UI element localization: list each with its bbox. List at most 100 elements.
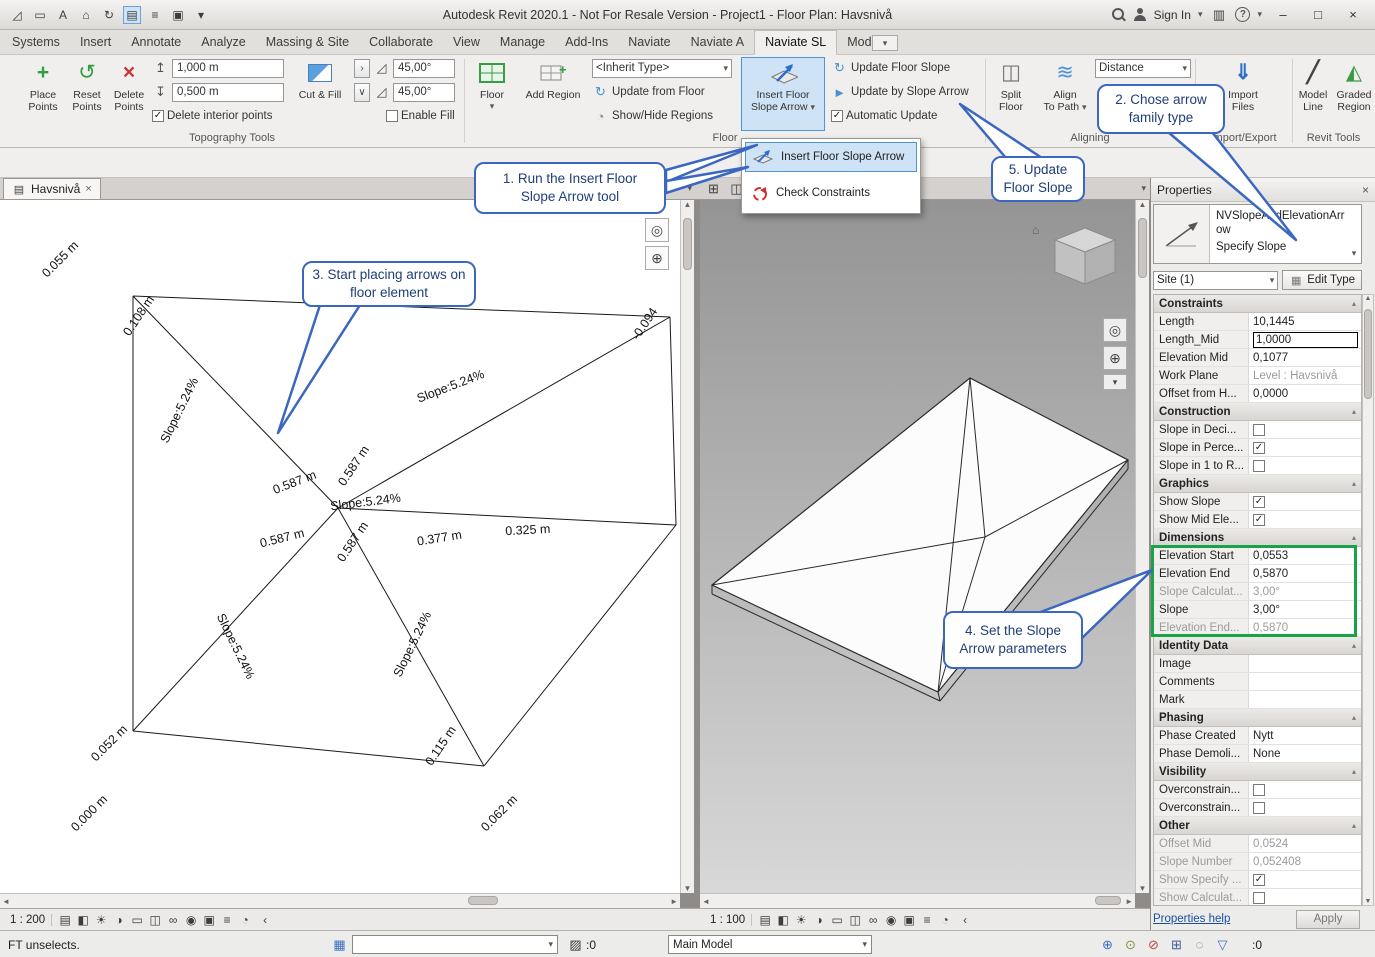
prop-value[interactable]: 0,052408 xyxy=(1249,853,1361,870)
fill-angle-input[interactable]: 45,00° xyxy=(393,83,455,102)
show-hide-regions-button[interactable]: ◔ Show/Hide Regions xyxy=(592,106,713,126)
prop-category-construction[interactable]: Construction▴ xyxy=(1154,403,1361,421)
prop-category-phasing[interactable]: Phasing▴ xyxy=(1154,709,1361,727)
prop-value[interactable]: Level : Havsnivå xyxy=(1249,367,1361,384)
prop-row-mark[interactable]: Mark xyxy=(1154,691,1361,709)
tab-naviate-a[interactable]: Naviate A xyxy=(681,31,755,54)
prop-row-phase-created[interactable]: Phase CreatedNytt xyxy=(1154,727,1361,745)
background-processes-icon[interactable]: ◌ xyxy=(1190,935,1209,954)
tab-add-ins[interactable]: Add-Ins xyxy=(555,31,618,54)
prop-row-length[interactable]: Length10,1445 xyxy=(1154,313,1361,331)
prop-category-dimensions[interactable]: Dimensions▴ xyxy=(1154,529,1361,547)
prop-row-overconstrain[interactable]: Overconstrain... xyxy=(1154,799,1361,817)
prop-row-elevation-start[interactable]: Elevation Start0,0553 xyxy=(1154,547,1361,565)
prop-value[interactable]: 0,0000 xyxy=(1249,385,1361,402)
prop-value[interactable] xyxy=(1249,781,1361,798)
temporary-hide-isolate-icon[interactable]: ∞ xyxy=(864,911,882,929)
prop-row-show-specify[interactable]: Show Specify ...✓ xyxy=(1154,871,1361,889)
prop-value[interactable]: 0,0524 xyxy=(1249,835,1361,852)
detail-level-icon[interactable]: ▤ xyxy=(756,911,774,929)
align-to-path-button[interactable]: ≋ Align To Path ▾ xyxy=(1041,57,1089,114)
prop-row-offset-mid[interactable]: Offset Mid0,0524 xyxy=(1154,835,1361,853)
worksharing-status-icon[interactable]: ⊕ xyxy=(1098,935,1117,954)
prop-value[interactable] xyxy=(1249,691,1361,708)
view-tab-close-icon[interactable]: × xyxy=(85,183,91,195)
floor-button[interactable]: Floor ▾ xyxy=(470,57,514,112)
prop-row-slope-in-deci[interactable]: Slope in Deci... xyxy=(1154,421,1361,439)
update-by-slope-arrow-button[interactable]: ► Update by Slope Arrow xyxy=(831,82,969,102)
temporary-hide-isolate-icon[interactable]: ∞ xyxy=(164,911,182,929)
sun-path-icon[interactable]: ☀ xyxy=(92,911,110,929)
split-floor-button[interactable]: ◫ Split Floor xyxy=(989,57,1033,114)
cart-icon[interactable]: ▥ xyxy=(1209,5,1228,24)
scroll-down-icon[interactable]: ▼ xyxy=(684,884,692,893)
scrollbar-thumb[interactable] xyxy=(1095,896,1121,905)
prop-row-overconstrain[interactable]: Overconstrain... xyxy=(1154,781,1361,799)
qat-customize-icon[interactable]: ▾ xyxy=(192,6,210,24)
prop-category-visibility[interactable]: Visibility▴ xyxy=(1154,763,1361,781)
prop-row-length-mid[interactable]: Length_Mid1,0000 xyxy=(1154,331,1361,349)
prop-value[interactable]: ✓ xyxy=(1249,871,1361,888)
scroll-down-icon[interactable]: ▼ xyxy=(1365,898,1372,905)
prop-checkbox[interactable]: ✓ xyxy=(1253,874,1265,886)
prop-category-identity-data[interactable]: Identity Data▴ xyxy=(1154,637,1361,655)
show-crop-region-icon[interactable]: ◫ xyxy=(146,911,164,929)
prop-checkbox[interactable] xyxy=(1253,802,1265,814)
prop-value[interactable] xyxy=(1249,655,1361,672)
import-files-button[interactable]: ⇓ Import Files xyxy=(1219,57,1267,114)
apply-button[interactable]: Apply xyxy=(1296,910,1360,929)
active-workset-dropdown[interactable]: ▾ xyxy=(352,935,558,954)
tab-view[interactable]: View xyxy=(443,31,490,54)
prop-row-slope-in-1-to-r[interactable]: Slope in 1 to R... xyxy=(1154,457,1361,475)
prop-value[interactable] xyxy=(1249,889,1361,906)
plan-vertical-scrollbar[interactable]: ▲ ▼ xyxy=(680,200,694,893)
temporary-view-properties-icon[interactable]: ▣ xyxy=(900,911,918,929)
angle-flyout-down-icon[interactable]: ∨ xyxy=(354,83,370,102)
prop-value[interactable]: None xyxy=(1249,745,1361,762)
prop-value[interactable]: ✓ xyxy=(1249,439,1361,456)
visual-style-icon[interactable]: ◧ xyxy=(74,911,92,929)
prop-value[interactable] xyxy=(1249,799,1361,816)
visual-style-icon[interactable]: ◧ xyxy=(774,911,792,929)
add-region-button[interactable]: + Add Region xyxy=(524,57,582,102)
ribbon-display-toggle[interactable]: ▾ xyxy=(872,35,898,51)
scroll-up-icon[interactable]: ▲ xyxy=(684,200,692,209)
tab-analyze[interactable]: Analyze xyxy=(191,31,255,54)
prop-value[interactable]: 1,0000 xyxy=(1249,331,1361,348)
design-option-dropdown[interactable]: Main Model▾ xyxy=(668,935,872,954)
prop-row-slope[interactable]: Slope3,00° xyxy=(1154,601,1361,619)
reset-points-button[interactable]: ↺ Reset Points xyxy=(66,57,108,114)
crop-view-icon[interactable]: ▭ xyxy=(828,911,846,929)
properties-scrollbar[interactable]: ▲ ▼ xyxy=(1362,294,1374,906)
help-caret-icon[interactable]: ▾ xyxy=(1257,9,1262,20)
prop-checkbox[interactable] xyxy=(1253,424,1265,436)
scrollbar-thumb[interactable] xyxy=(683,218,692,270)
automatic-update-checkbox[interactable]: ✓ xyxy=(831,110,843,122)
prop-row-show-calculat[interactable]: Show Calculat... xyxy=(1154,889,1361,906)
view3d-horizontal-scrollbar[interactable]: ◄ ► xyxy=(700,893,1135,908)
prop-checkbox[interactable]: ✓ xyxy=(1253,514,1265,526)
prop-row-comments[interactable]: Comments xyxy=(1154,673,1361,691)
tile-views-icon[interactable]: ▣ xyxy=(169,6,187,24)
point-offset-input[interactable]: 0,500 m xyxy=(172,83,284,102)
minimize-button[interactable]: – xyxy=(1269,5,1297,25)
element-filter-dropdown[interactable]: Site (1)▾ xyxy=(1153,271,1278,290)
tab-systems[interactable]: Systems xyxy=(2,31,70,54)
update-floor-slope-button[interactable]: ↻ Update Floor Slope xyxy=(831,58,950,78)
tab-insert[interactable]: Insert xyxy=(70,31,121,54)
view-tab-list-caret-icon[interactable]: ▾ xyxy=(687,183,692,194)
collapse-viewbar-icon[interactable]: ‹ xyxy=(956,911,974,929)
shadows-icon[interactable]: ◑ xyxy=(110,911,128,929)
collapse-viewbar-icon[interactable]: ‹ xyxy=(256,911,274,929)
exclude-options-icon[interactable]: ⊘ xyxy=(1144,935,1163,954)
prop-checkbox[interactable]: ✓ xyxy=(1253,442,1265,454)
tab-naviate-sl[interactable]: Naviate SL xyxy=(754,30,837,55)
scroll-up-icon[interactable]: ▲ xyxy=(1139,200,1147,209)
modify-icon[interactable]: ▭ xyxy=(31,6,49,24)
editing-requests-icon[interactable]: ▨ xyxy=(566,935,585,954)
press-drag-select-icon[interactable]: ⊞ xyxy=(1167,935,1186,954)
point-offset-up-icon[interactable]: ↥ xyxy=(152,60,169,77)
prop-row-show-slope[interactable]: Show Slope✓ xyxy=(1154,493,1361,511)
thin-lines-icon[interactable]: ≡ xyxy=(146,6,164,24)
tab-massing-site[interactable]: Massing & Site xyxy=(256,31,359,54)
